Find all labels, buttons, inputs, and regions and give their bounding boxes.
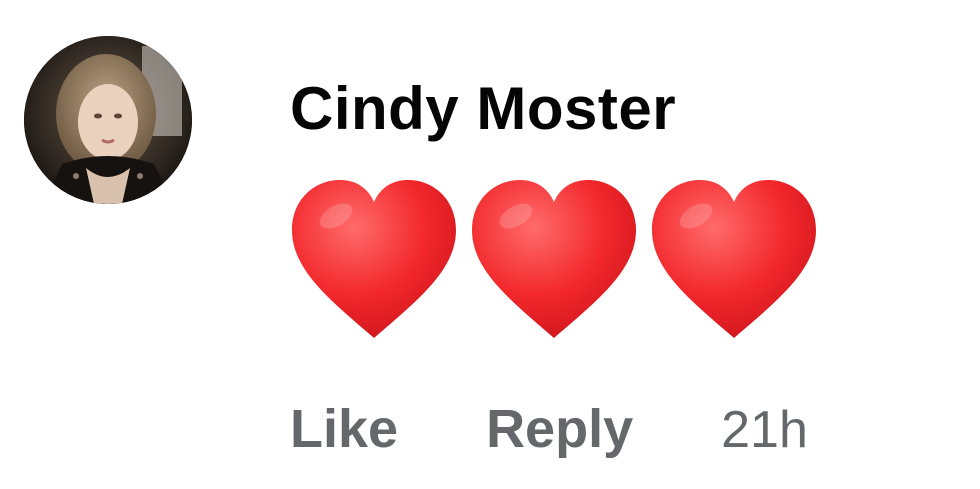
reply-button[interactable]: Reply <box>486 398 633 460</box>
avatar-photo <box>24 36 192 204</box>
timestamp[interactable]: 21h <box>721 400 808 460</box>
heart-icon <box>652 180 816 338</box>
heart-icon <box>472 180 636 338</box>
like-button[interactable]: Like <box>290 398 398 460</box>
avatar[interactable] <box>24 36 192 204</box>
heart-icon <box>292 180 456 338</box>
comment-body <box>290 178 818 342</box>
author-name[interactable]: Cindy Moster <box>290 74 676 143</box>
comment-actions: Like Reply 21h <box>290 398 808 460</box>
